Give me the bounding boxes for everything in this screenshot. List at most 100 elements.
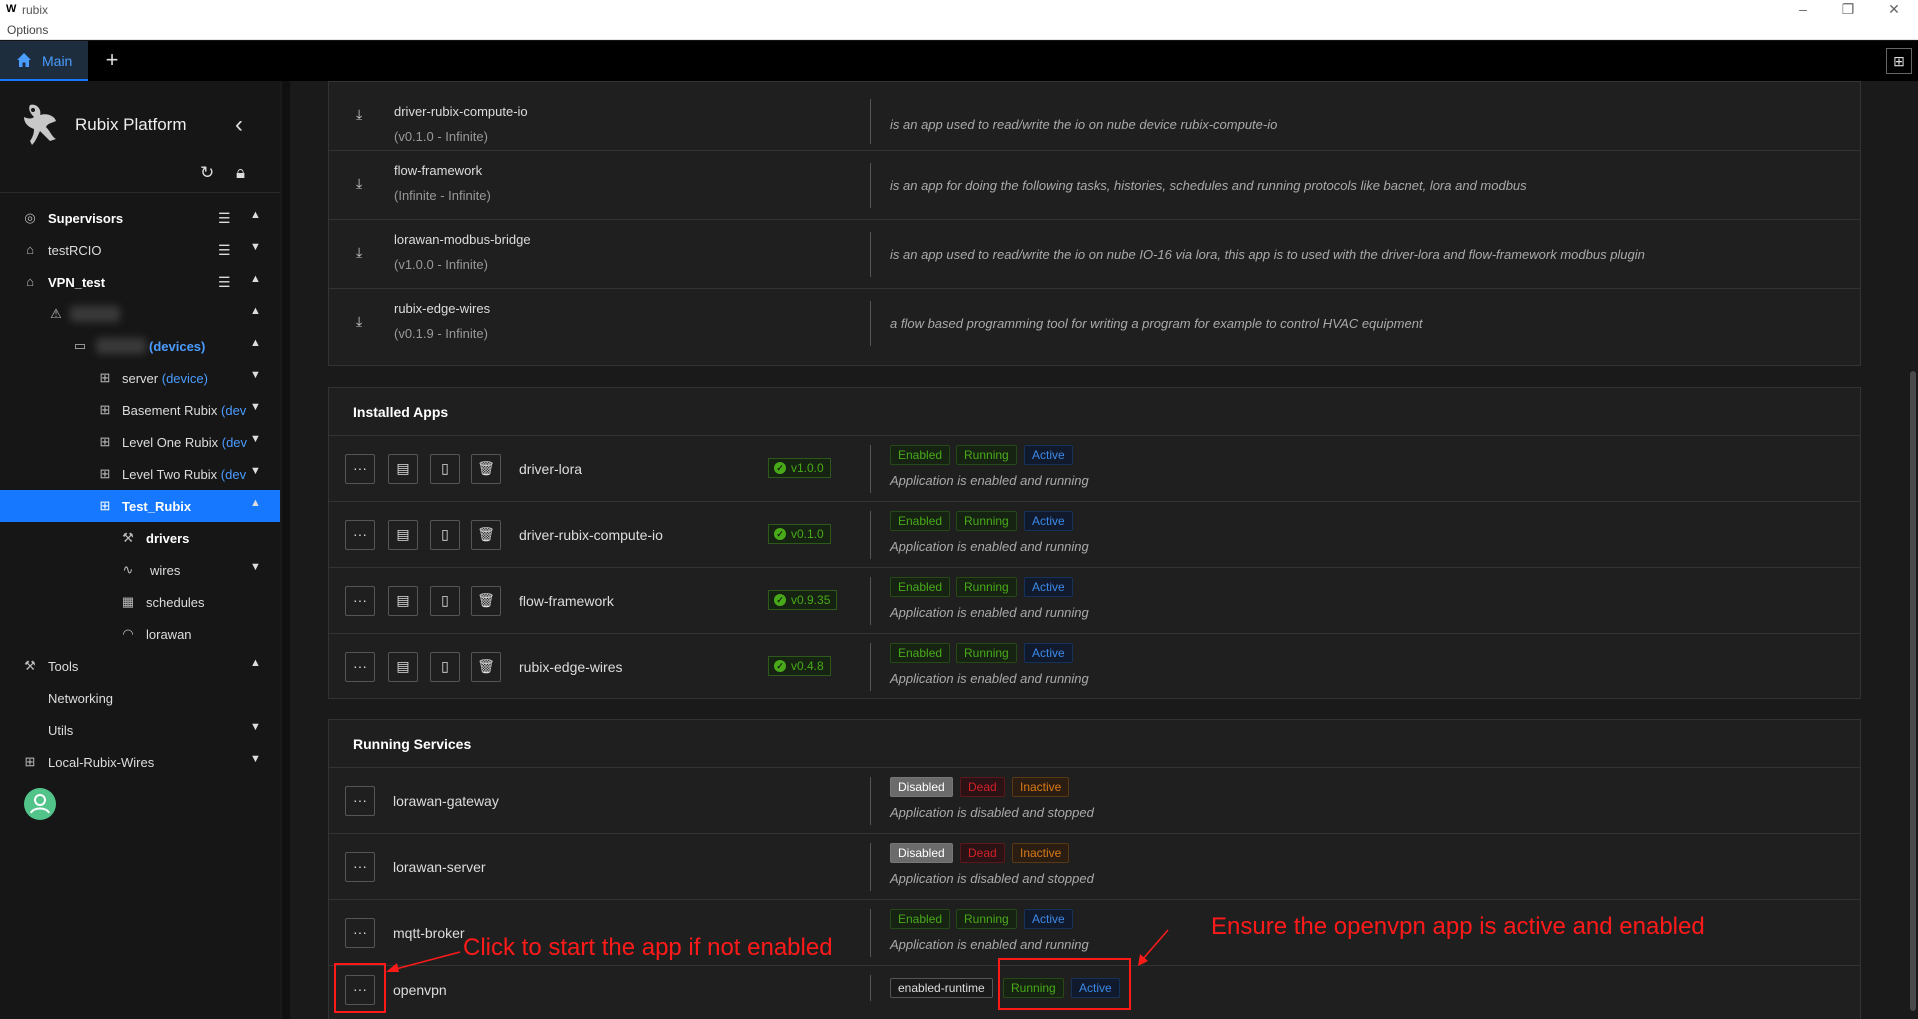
more-options-button[interactable]: ··· (345, 520, 375, 550)
status-text: Application is enabled and running (890, 937, 1089, 952)
chevron-down-icon[interactable]: ▼ (250, 401, 261, 413)
chevron-up-icon[interactable]: ▲ (250, 209, 261, 221)
chevron-up-icon[interactable]: ▲ (250, 305, 261, 317)
sidebar-item-level-one-rubix[interactable]: ⊞ Level One Rubix (dev ▼ (0, 426, 280, 458)
app-name: rubix-edge-wires (519, 659, 623, 675)
app-name: driver-rubix-compute-io (394, 104, 528, 119)
sidebar-item-testrcio[interactable]: ⌂ testRCIO ☰ ▼ (0, 234, 280, 266)
chevron-up-icon[interactable]: ▲ (250, 273, 261, 285)
menu-options[interactable]: Options (7, 23, 48, 37)
sidebar-item-lorawan[interactable]: ◠ lorawan (0, 618, 280, 650)
download-icon[interactable]: ⤓ (356, 106, 362, 123)
sidebar-item-label: Level Two Rubix (dev (122, 467, 247, 482)
bookmark-icon[interactable]: ▯ (430, 652, 460, 682)
close-icon[interactable]: ✕ (1874, 0, 1914, 20)
chevron-down-icon[interactable]: ▼ (250, 433, 261, 445)
annotation-box-openvpn-button (334, 963, 386, 1013)
table-row: ··· lorawan-server Disabled Dead Inactiv… (329, 834, 1860, 900)
sidebar-item-level-two-rubix[interactable]: ⊞ Level Two Rubix (dev ▼ (0, 458, 280, 490)
chevron-down-icon[interactable]: ▼ (250, 753, 261, 765)
service-name: openvpn (393, 982, 447, 998)
restore-icon[interactable]: ❐ (1828, 0, 1868, 20)
sidebar-item-vpn-test[interactable]: ⌂ VPN_test ☰ ▲ (0, 266, 280, 298)
collapse-sidebar-icon[interactable]: ‹ (235, 111, 243, 139)
chevron-up-icon[interactable]: ▲ (250, 657, 261, 669)
more-options-button[interactable]: ··· (345, 918, 375, 948)
divider (870, 511, 871, 559)
add-tab-button[interactable]: + (98, 47, 126, 75)
sidebar-item-local-rubix-wires[interactable]: ⊞ Local-Rubix-Wires ▼ (0, 746, 280, 778)
scrollbar[interactable] (1908, 81, 1918, 1019)
lock-icon[interactable]: 🔒︎ (236, 163, 245, 183)
sidebar-item-basement-rubix[interactable]: ⊞ Basement Rubix (dev ▼ (0, 394, 280, 426)
delete-icon[interactable]: 🗑︎ (471, 454, 501, 484)
download-icon[interactable]: ⤓ (356, 175, 362, 192)
home-icon: ⌂ (26, 274, 34, 289)
laptop-icon: ▭ (73, 338, 87, 353)
status-text: Application is enabled and running (890, 671, 1089, 686)
sidebar-item-test-rubix[interactable]: ⊞ Test_Rubix ▲ (0, 490, 280, 522)
menu-icon[interactable]: ☰ (218, 274, 231, 291)
chevron-down-icon[interactable]: ▼ (250, 561, 261, 573)
scrollbar-thumb[interactable] (1910, 371, 1916, 1011)
status-text: Application is enabled and running (890, 539, 1089, 554)
download-icon[interactable]: ⤓ (356, 313, 362, 330)
sidebar-item-utils[interactable]: Utils ▼ (0, 714, 280, 746)
app-name: flow-framework (519, 593, 614, 609)
delete-icon[interactable]: 🗑︎ (471, 586, 501, 616)
sidebar-item-server[interactable]: ⊞ server (device) ▼ (0, 362, 280, 394)
tab-bar: Main + ⊞ (0, 41, 1918, 81)
logs-icon[interactable]: ▤ (388, 520, 418, 550)
divider (870, 843, 871, 891)
app-version: (Infinite - Infinite) (394, 188, 491, 203)
sidebar-item-label: (devices) (149, 339, 206, 354)
more-options-button[interactable]: ··· (345, 454, 375, 484)
more-options-button[interactable]: ··· (345, 852, 375, 882)
sidebar-item-supervisors[interactable]: ◎ Supervisors ☰ ▲ (0, 202, 280, 234)
more-options-button[interactable]: ··· (345, 652, 375, 682)
installed-apps-panel: Installed Apps ··· ▤ ▯ 🗑︎ driver-lora ✓ v… (328, 387, 1861, 699)
logs-icon[interactable]: ▤ (388, 652, 418, 682)
menu-icon[interactable]: ☰ (218, 242, 231, 259)
chevron-down-icon[interactable]: ▼ (250, 721, 261, 733)
chevron-down-icon[interactable]: ▼ (250, 465, 261, 477)
chevron-up-icon[interactable]: ▲ (250, 497, 261, 509)
bookmark-icon[interactable]: ▯ (430, 586, 460, 616)
device-icon: ⊞ (99, 370, 111, 385)
refresh-icon[interactable]: ↻ (200, 163, 214, 183)
divider (870, 975, 871, 1001)
sidebar-item-label: wires (150, 563, 181, 578)
sidebar-item-label: lorawan (146, 627, 192, 642)
more-options-button[interactable]: ··· (345, 786, 375, 816)
tab-main[interactable]: Main (0, 41, 88, 81)
sidebar-item-tools[interactable]: ⚒ Tools ▲ (0, 650, 280, 682)
sidebar-item-network[interactable]: ▭ (devices) ▲ (0, 330, 280, 362)
table-row: ··· ▤ ▯ 🗑︎ driver-lora ✓ v1.0.0 Enabled R… (329, 436, 1860, 502)
available-apps-panel: ⤓ driver-rubix-compute-io (v0.1.0 - Infi… (328, 81, 1861, 366)
sidebar-item-drivers[interactable]: ⚒ drivers (0, 522, 280, 554)
sidebar-item-networking[interactable]: Networking (0, 682, 280, 714)
app-name: driver-lora (519, 461, 583, 477)
sidebar-item-wires[interactable]: ∿ wires ▼ (0, 554, 280, 586)
status-badge: Dead (960, 777, 1005, 797)
logs-icon[interactable]: ▤ (388, 586, 418, 616)
sidebar-item-location[interactable]: ⚠ ▲ (0, 298, 280, 330)
chevron-up-icon[interactable]: ▲ (250, 337, 261, 349)
bookmark-icon[interactable]: ▯ (430, 520, 460, 550)
more-options-button[interactable]: ··· (345, 586, 375, 616)
avatar[interactable] (24, 788, 56, 820)
bookmark-icon[interactable]: ▯ (430, 454, 460, 484)
divider (870, 445, 871, 493)
chevron-down-icon[interactable]: ▼ (250, 241, 261, 253)
delete-icon[interactable]: 🗑︎ (471, 520, 501, 550)
sidebar-item-schedules[interactable]: ▦ schedules (0, 586, 280, 618)
download-icon[interactable]: ⤓ (356, 244, 362, 261)
logs-icon[interactable]: ▤ (388, 454, 418, 484)
annotation-left: Click to start the app if not enabled (463, 934, 833, 961)
chevron-down-icon[interactable]: ▼ (250, 369, 261, 381)
delete-icon[interactable]: 🗑︎ (471, 652, 501, 682)
divider (870, 99, 871, 144)
menu-icon[interactable]: ☰ (218, 210, 231, 227)
layout-toggle-icon[interactable]: ⊞ (1886, 48, 1912, 74)
minimize-icon[interactable]: – (1783, 0, 1823, 20)
